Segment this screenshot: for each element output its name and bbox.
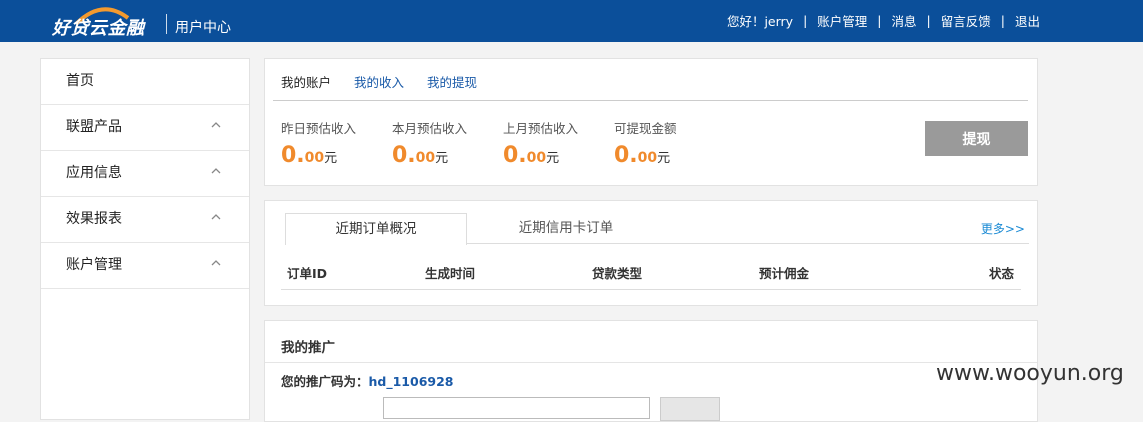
stat-unit: 元 [546,151,560,166]
stat-yesterday-income: 昨日预估收入 0.00元 [281,118,386,168]
stat-unit: 元 [657,151,671,166]
stat-dec: 00 [304,150,325,166]
tab-my-account[interactable]: 我的账户 [281,72,331,91]
sidebar: 首页 联盟产品 应用信息 效果报表 账户管理 [40,58,250,420]
divider [273,100,1028,101]
watermark: www.wooyun.org [936,361,1124,386]
sidebar-item-alliance-products[interactable]: 联盟产品 [41,105,249,151]
account-tabs: 我的账户 我的收入 我的提现 [281,72,500,91]
tab-recent-orders[interactable]: 近期订单概况 [285,213,467,245]
withdraw-button[interactable]: 提现 [925,121,1028,156]
chevron-up-icon [211,214,221,220]
stat-withdrawable: 可提现金额 0.00元 [614,118,719,168]
stat-label: 上月预估收入 [503,121,579,136]
stat-int: 0. [614,143,638,168]
promotion-code: 您的推广码为：hd_1106928 [281,371,454,390]
copy-button[interactable] [660,397,720,421]
divider [281,289,1021,290]
stat-dec: 00 [415,150,436,166]
stat-unit: 元 [435,151,449,166]
promotion-code-value: hd_1106928 [368,374,454,389]
stat-label: 本月预估收入 [392,121,468,136]
header-subtitle: 用户中心 [175,20,231,36]
stat-value: 0.00元 [503,143,608,168]
sidebar-item-account-management[interactable]: 账户管理 [41,243,249,289]
top-nav: 您好！jerry | 账户管理 | 消息 | 留言反馈 | 退出 [727,11,1040,30]
sidebar-item-label: 账户管理 [66,257,122,273]
more-link[interactable]: 更多>> [981,220,1025,237]
nav-separator: | [926,13,931,28]
column-header[interactable]: 订单ID [287,263,327,282]
nav-account-link[interactable]: 账户管理 [817,11,867,30]
stat-dec: 00 [637,150,658,166]
column-header[interactable]: 状态 [989,263,1014,282]
stat-last-month-income: 上月预估收入 0.00元 [503,118,608,168]
nav-logout-link[interactable]: 退出 [1015,11,1040,30]
tab-recent-credit-orders[interactable]: 近期信用卡订单 [491,213,641,243]
stat-int: 0. [503,143,527,168]
sidebar-item-label: 效果报表 [66,211,122,227]
stat-value: 0.00元 [392,143,497,168]
divider [265,362,1037,363]
stat-value: 0.00元 [614,143,719,168]
orders-panel: 近期订单概况 近期信用卡订单 更多>> 订单ID 生成时间 贷款类型 预计佣金 … [264,200,1038,306]
logo-divider [166,14,167,34]
greeting: 您好！jerry [726,14,794,29]
promotion-link-input[interactable] [383,397,650,419]
column-header[interactable]: 预计佣金 [759,263,809,282]
column-header[interactable]: 生成时间 [425,263,475,282]
stat-int: 0. [392,143,416,168]
sidebar-item-app-info[interactable]: 应用信息 [41,151,249,197]
promotion-code-label: 您的推广码为： [281,374,369,389]
promotion-panel: 我的推广 您的推广码为：hd_1106928 [264,320,1038,422]
sidebar-item-label: 应用信息 [66,165,122,181]
chevron-up-icon [211,122,221,128]
promotion-title: 我的推广 [281,340,335,356]
stat-label: 昨日预估收入 [281,121,357,136]
tab-my-withdraw[interactable]: 我的提现 [427,72,477,91]
stat-dec: 00 [526,150,547,166]
account-panel: 我的账户 我的收入 我的提现 昨日预估收入 0.00元 本月预估收入 0.00元… [264,58,1038,186]
sidebar-item-label: 联盟产品 [66,119,122,135]
stat-value: 0.00元 [281,143,386,168]
chevron-up-icon [211,168,221,174]
nav-separator: | [803,13,808,28]
top-header: 好贷云金融 用户中心 您好！jerry | 账户管理 | 消息 | 留言反馈 |… [0,0,1143,42]
nav-feedback-link[interactable]: 留言反馈 [941,11,991,30]
column-header[interactable]: 贷款类型 [592,263,642,282]
sidebar-item-home[interactable]: 首页 [41,59,249,105]
chevron-up-icon [211,260,221,266]
nav-separator: | [1000,13,1005,28]
nav-separator: | [877,13,882,28]
nav-messages-link[interactable]: 消息 [892,11,917,30]
stat-unit: 元 [324,151,338,166]
tab-my-income[interactable]: 我的收入 [354,72,404,91]
stat-label: 可提现金额 [614,121,677,136]
sidebar-item-reports[interactable]: 效果报表 [41,197,249,243]
sidebar-item-label: 首页 [66,73,94,89]
logo-text: 好贷云金融 [52,18,145,39]
stat-month-income: 本月预估收入 0.00元 [392,118,497,168]
stat-int: 0. [281,143,305,168]
